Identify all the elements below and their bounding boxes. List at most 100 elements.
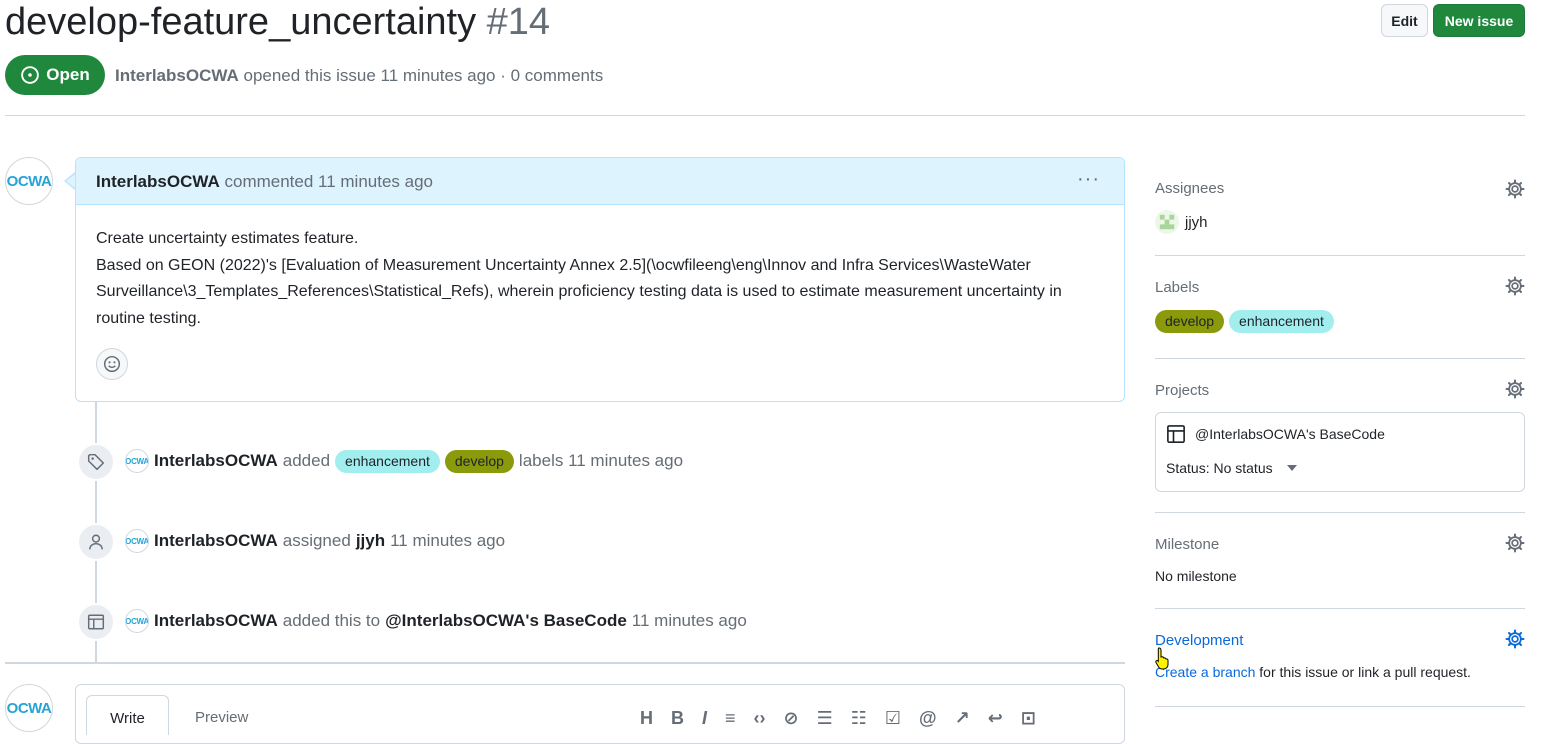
timeline-item-labels: OCWA InterlabsOCWA added enhancement dev… — [125, 449, 683, 473]
current-user-avatar[interactable]: OCWA — [5, 684, 53, 732]
project-name[interactable]: @InterlabsOCWA's BaseCode — [1195, 426, 1385, 442]
avatar-logo-text: OCWA — [125, 616, 149, 626]
smiley-icon — [103, 355, 121, 373]
timeline-item-project: OCWA InterlabsOCWA added this to @Interl… — [125, 609, 747, 633]
slash-command-icon[interactable]: ⊡ — [1021, 708, 1036, 729]
actor-avatar[interactable]: OCWA — [125, 609, 149, 633]
task-list-icon[interactable]: ☑ — [885, 708, 901, 729]
mention-icon[interactable]: @ — [919, 708, 937, 729]
avatar-logo-text: OCWA — [125, 536, 149, 546]
edit-button[interactable]: Edit — [1381, 4, 1428, 37]
heading-icon[interactable]: H — [640, 708, 653, 729]
avatar-logo-text: OCWA — [6, 172, 52, 190]
quote-icon[interactable]: ≡ — [725, 708, 736, 729]
issue-number: #14 — [486, 1, 551, 43]
actor-link[interactable]: InterlabsOCWA — [154, 451, 278, 471]
issue-comment: InterlabsOCWA commented 11 minutes ago ·… — [75, 157, 1125, 402]
numbered-list-icon[interactable]: ☷ — [851, 708, 867, 729]
link-icon[interactable]: ⊘ — [784, 708, 799, 729]
issue-open-icon — [21, 66, 40, 84]
comment-author-avatar[interactable]: OCWA — [5, 157, 53, 205]
actor-avatar[interactable]: OCWA — [125, 529, 149, 553]
milestone-heading: Milestone — [1155, 536, 1220, 553]
label-develop[interactable]: develop — [444, 449, 514, 473]
sidebar-divider — [1155, 255, 1525, 256]
project-link[interactable]: @InterlabsOCWA's BaseCode — [385, 611, 627, 631]
label-enhancement[interactable]: enhancement — [335, 449, 440, 473]
comment-author-link[interactable]: InterlabsOCWA — [96, 172, 220, 191]
comment-menu-button[interactable]: ··· — [1077, 168, 1100, 191]
avatar-logo-text: OCWA — [125, 456, 149, 466]
person-icon — [89, 534, 103, 550]
sidebar-divider — [1155, 512, 1525, 513]
bold-icon[interactable]: B — [671, 708, 684, 729]
timeline-end-divider — [5, 662, 1125, 664]
timeline-item-assigned: OCWA InterlabsOCWA assigned jjyh 11 minu… — [125, 529, 505, 553]
development-gear-icon[interactable] — [1505, 629, 1525, 649]
tab-write[interactable]: Write — [86, 695, 169, 735]
assignee-name[interactable]: jjyh — [1185, 214, 1208, 231]
actor-avatar[interactable]: OCWA — [125, 449, 149, 473]
milestone-gear-icon[interactable] — [1505, 533, 1525, 553]
timeline-badge — [77, 443, 115, 481]
actor-link[interactable]: InterlabsOCWA — [154, 531, 278, 551]
labels-gear-icon[interactable] — [1505, 276, 1525, 296]
project-status-dropdown[interactable]: Status: No status — [1166, 460, 1297, 476]
comment-body: Create uncertainty estimates feature. Ba… — [96, 226, 1106, 332]
caret-down-icon — [1286, 465, 1297, 471]
comment-timestamp[interactable]: commented 11 minutes ago — [224, 172, 433, 191]
timeline-badge — [77, 523, 115, 561]
markdown-toolbar: H B I ≡ ‹› ⊘ ☰ ☷ ☑ @ ↗ ↩ ⊡ — [640, 708, 1036, 729]
issue-meta-text: opened this issue 11 minutes ago · 0 com… — [243, 66, 604, 85]
event-verb: assigned — [282, 531, 351, 550]
event-verb: added this to — [282, 611, 381, 630]
label-list: develop enhancement — [1155, 310, 1334, 333]
header-divider — [5, 115, 1525, 116]
issue-state-badge: Open — [5, 55, 105, 95]
issue-state-label: Open — [46, 65, 90, 84]
hand-cursor-icon — [1155, 647, 1169, 670]
assignee-link[interactable]: jjyh — [356, 531, 385, 551]
new-issue-button[interactable]: New issue — [1433, 4, 1525, 37]
reply-icon[interactable]: ↩ — [988, 708, 1003, 729]
issue-title: develop-feature_uncertainty #14 — [5, 0, 550, 47]
event-suffix[interactable]: 11 minutes ago — [632, 611, 747, 631]
bulleted-list-icon[interactable]: ☰ — [817, 708, 833, 729]
sidebar-divider — [1155, 608, 1525, 609]
comment-header: InterlabsOCWA commented 11 minutes ago ·… — [76, 158, 1124, 205]
event-suffix[interactable]: labels 11 minutes ago — [519, 451, 683, 471]
tab-preview[interactable]: Preview — [195, 709, 248, 726]
add-reaction-button[interactable] — [96, 348, 128, 380]
sidebar-divider — [1155, 706, 1525, 707]
assignees-gear-icon[interactable] — [1505, 179, 1525, 199]
italic-icon[interactable]: I — [702, 708, 707, 729]
project-title-row[interactable]: @InterlabsOCWA's BaseCode — [1166, 424, 1385, 444]
labels-heading: Labels — [1155, 279, 1200, 296]
assignee-avatar — [1155, 210, 1179, 234]
project-table-icon — [1167, 425, 1185, 443]
comment-header-text: InterlabsOCWA commented 11 minutes ago — [96, 172, 433, 192]
table-icon — [87, 614, 105, 630]
issue-author-link[interactable]: InterlabsOCWA — [115, 66, 239, 85]
code-icon[interactable]: ‹› — [754, 708, 766, 729]
actor-link[interactable]: InterlabsOCWA — [154, 611, 278, 631]
comment-line: Create uncertainty estimates feature. — [96, 230, 359, 247]
avatar-logo-text: OCWA — [6, 699, 52, 717]
milestone-value: No milestone — [1155, 568, 1237, 584]
issue-title-text: develop-feature_uncertainty — [5, 1, 477, 43]
comment-line: Based on GEON (2022)'s [Evaluation of Me… — [96, 256, 1062, 327]
reference-icon[interactable]: ↗ — [955, 708, 970, 729]
tag-icon — [87, 453, 105, 471]
sidebar-label-develop[interactable]: develop — [1155, 310, 1225, 333]
sidebar-label-enhancement[interactable]: enhancement — [1229, 310, 1334, 333]
assignee-item[interactable]: jjyh — [1155, 210, 1208, 234]
issue-meta: InterlabsOCWA opened this issue 11 minut… — [115, 66, 603, 86]
projects-heading: Projects — [1155, 382, 1210, 399]
timeline-badge — [77, 603, 115, 641]
event-suffix[interactable]: 11 minutes ago — [390, 531, 505, 551]
event-verb: added — [282, 451, 331, 470]
projects-gear-icon[interactable] — [1505, 379, 1525, 399]
sidebar-divider — [1155, 358, 1525, 359]
project-status: Status: No status — [1166, 460, 1273, 476]
development-text: Create a branch for this issue or link a… — [1155, 664, 1471, 680]
